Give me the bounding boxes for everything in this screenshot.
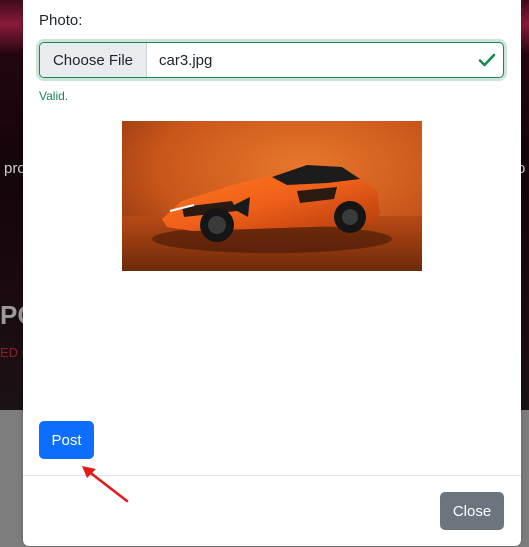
red-arrow-icon: [78, 462, 130, 504]
photo-file-input[interactable]: Choose File car3.jpg: [39, 42, 504, 78]
selected-file-name: car3.jpg: [159, 51, 213, 69]
check-icon: [471, 43, 503, 77]
choose-file-button[interactable]: Choose File: [40, 43, 147, 77]
car-preview-image: [122, 121, 422, 271]
post-button[interactable]: Post: [39, 421, 94, 459]
valid-feedback: Valid.: [39, 89, 69, 103]
close-button[interactable]: Close: [440, 492, 504, 530]
photo-label: Photo:: [39, 12, 83, 29]
